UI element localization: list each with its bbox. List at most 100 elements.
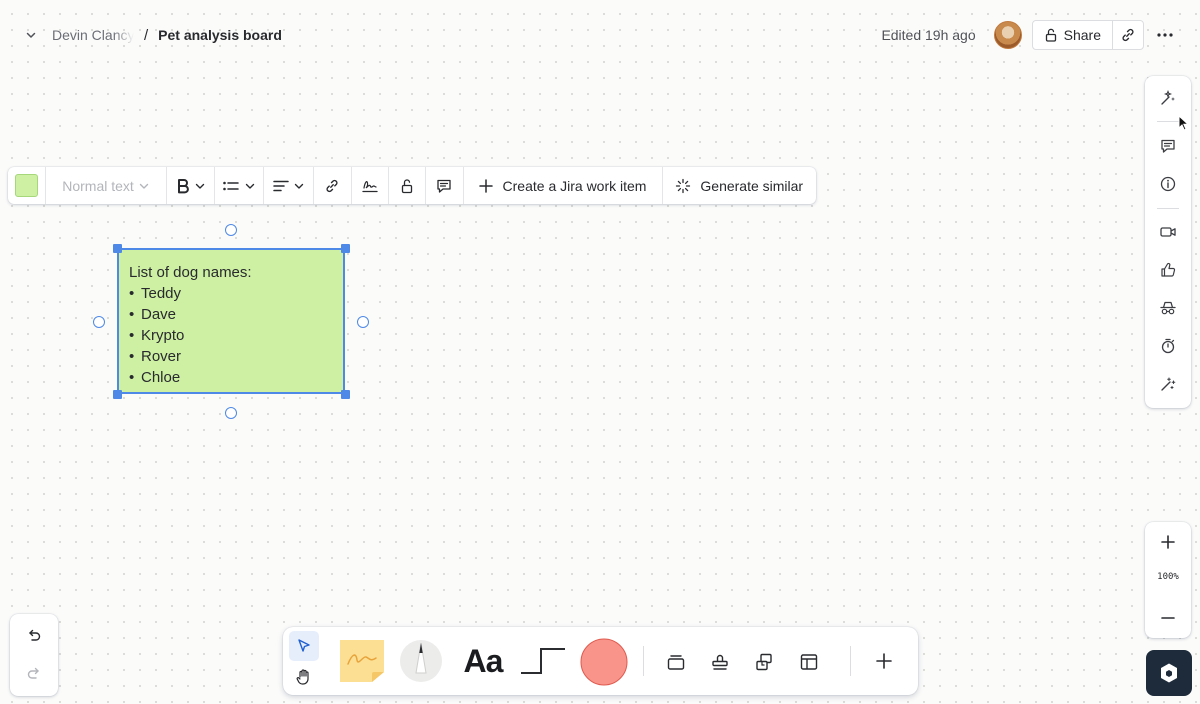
share-button[interactable]: Share — [1033, 21, 1113, 49]
zoom-controls: 100% — [1145, 522, 1191, 638]
connector-handle-right[interactable] — [357, 316, 369, 328]
link-button[interactable] — [314, 167, 352, 204]
text-tool[interactable]: Aa — [457, 641, 509, 681]
magic-wand-icon[interactable] — [1157, 373, 1179, 395]
stamp-icon — [710, 652, 730, 672]
pen-tool[interactable] — [399, 637, 443, 683]
mouse-cursor-icon — [1178, 115, 1189, 131]
create-jira-button[interactable]: Create a Jira work item — [464, 167, 663, 204]
connector-elbow-icon — [519, 645, 567, 677]
lock-button[interactable] — [389, 167, 426, 204]
generate-similar-button[interactable]: Generate similar — [663, 167, 816, 204]
sticky-note-icon — [338, 638, 386, 684]
shape-tool[interactable] — [579, 637, 629, 687]
color-picker-button[interactable] — [8, 167, 46, 204]
list-item: Krypto — [129, 325, 333, 346]
undo-button[interactable] — [24, 626, 44, 646]
breadcrumb-owner[interactable]: Devin Clancy — [52, 27, 134, 43]
bold-dropdown[interactable] — [167, 167, 215, 204]
template-tool[interactable] — [798, 651, 820, 673]
list-item: Rover — [129, 346, 333, 367]
link-icon — [324, 178, 340, 194]
breadcrumb: Devin Clancy / Pet analysis board — [22, 22, 282, 48]
undo-redo-panel — [10, 614, 58, 696]
connector-handle-left[interactable] — [93, 316, 105, 328]
sticky-note-tool[interactable] — [338, 638, 386, 684]
resize-handle-top-right[interactable] — [341, 244, 350, 253]
share-group: Share — [1031, 20, 1144, 50]
resize-handle-top-left[interactable] — [113, 244, 122, 253]
note-color-swatch — [14, 174, 38, 197]
redo-icon — [26, 666, 42, 682]
ai-sparkle-icon[interactable] — [1157, 87, 1179, 109]
frame-stack-icon — [666, 652, 686, 672]
chevron-down-icon — [293, 180, 305, 192]
list-item: Dave — [129, 304, 333, 325]
redo-button[interactable] — [24, 664, 44, 684]
comment-button[interactable] — [426, 167, 464, 204]
edited-timestamp[interactable]: Edited 19h ago — [881, 27, 975, 43]
sticky-note[interactable]: List of dog names: Teddy Dave Krypto Rov… — [117, 248, 345, 394]
thumbs-up-icon[interactable] — [1157, 259, 1179, 281]
zoom-in-button[interactable] — [1156, 530, 1180, 554]
plus-icon — [478, 178, 493, 193]
connector-tool[interactable] — [519, 645, 567, 677]
bullet-list-icon — [222, 179, 240, 193]
pointer-icon — [296, 638, 312, 654]
create-jira-label: Create a Jira work item — [502, 177, 647, 194]
chevron-down-icon[interactable] — [22, 26, 40, 44]
sparkle-burst-icon — [675, 178, 691, 194]
comment-icon — [435, 177, 453, 195]
header-actions: Edited 19h ago Share — [881, 20, 1180, 50]
app-switcher-button[interactable] — [1146, 650, 1192, 696]
connector-handle-top[interactable] — [225, 224, 237, 236]
select-tool-button[interactable] — [289, 631, 319, 661]
undo-icon — [26, 628, 42, 644]
video-icon[interactable] — [1157, 221, 1179, 243]
text-style-label: Normal text — [62, 177, 134, 194]
timer-icon[interactable] — [1157, 335, 1179, 357]
board-title[interactable]: Pet analysis board — [158, 27, 282, 43]
more-tools-button[interactable] — [873, 650, 895, 672]
pan-tool-button[interactable] — [289, 663, 319, 691]
cards-tool[interactable] — [753, 651, 775, 673]
stamp-tool[interactable] — [709, 651, 731, 673]
more-options-button[interactable] — [1150, 20, 1180, 50]
plus-icon — [1160, 534, 1176, 550]
bold-icon — [176, 178, 190, 194]
hexagon-logo-icon — [1159, 662, 1179, 684]
resize-handle-bottom-right[interactable] — [341, 390, 350, 399]
avatar[interactable] — [993, 21, 1022, 49]
chevron-down-icon — [138, 180, 150, 192]
plus-icon — [875, 652, 893, 670]
align-dropdown[interactable] — [264, 167, 314, 204]
list-item: Teddy — [129, 283, 333, 304]
info-icon[interactable] — [1157, 173, 1179, 195]
link-icon — [1120, 27, 1136, 43]
signature-button[interactable] — [352, 167, 390, 204]
sidebar-divider — [1157, 121, 1179, 122]
incognito-icon[interactable] — [1157, 297, 1179, 319]
generate-similar-label: Generate similar — [700, 177, 804, 194]
unlock-icon — [400, 178, 414, 194]
signature-icon — [361, 178, 379, 194]
zoom-level[interactable]: 100% — [1145, 572, 1191, 582]
text-style-dropdown[interactable]: Normal text — [46, 167, 168, 204]
comment-icon[interactable] — [1157, 135, 1179, 157]
list-dropdown[interactable] — [215, 167, 265, 204]
format-toolbar: Normal text Create a Jira work item Gene… — [8, 167, 816, 204]
more-horizontal-icon — [1156, 32, 1174, 38]
copy-link-button[interactable] — [1113, 21, 1143, 49]
resize-handle-bottom-left[interactable] — [113, 390, 122, 399]
unlock-icon — [1044, 28, 1058, 42]
align-left-icon — [272, 179, 289, 193]
layout-template-icon — [799, 652, 819, 672]
sidebar-divider — [1157, 208, 1179, 209]
text-tool-icon: Aa — [463, 642, 504, 679]
frame-tool[interactable] — [665, 651, 687, 673]
connector-handle-bottom[interactable] — [225, 407, 237, 419]
zoom-out-button[interactable] — [1156, 606, 1180, 630]
pen-icon — [399, 637, 443, 683]
toolbar-divider — [850, 646, 851, 676]
chevron-down-icon — [244, 180, 256, 192]
